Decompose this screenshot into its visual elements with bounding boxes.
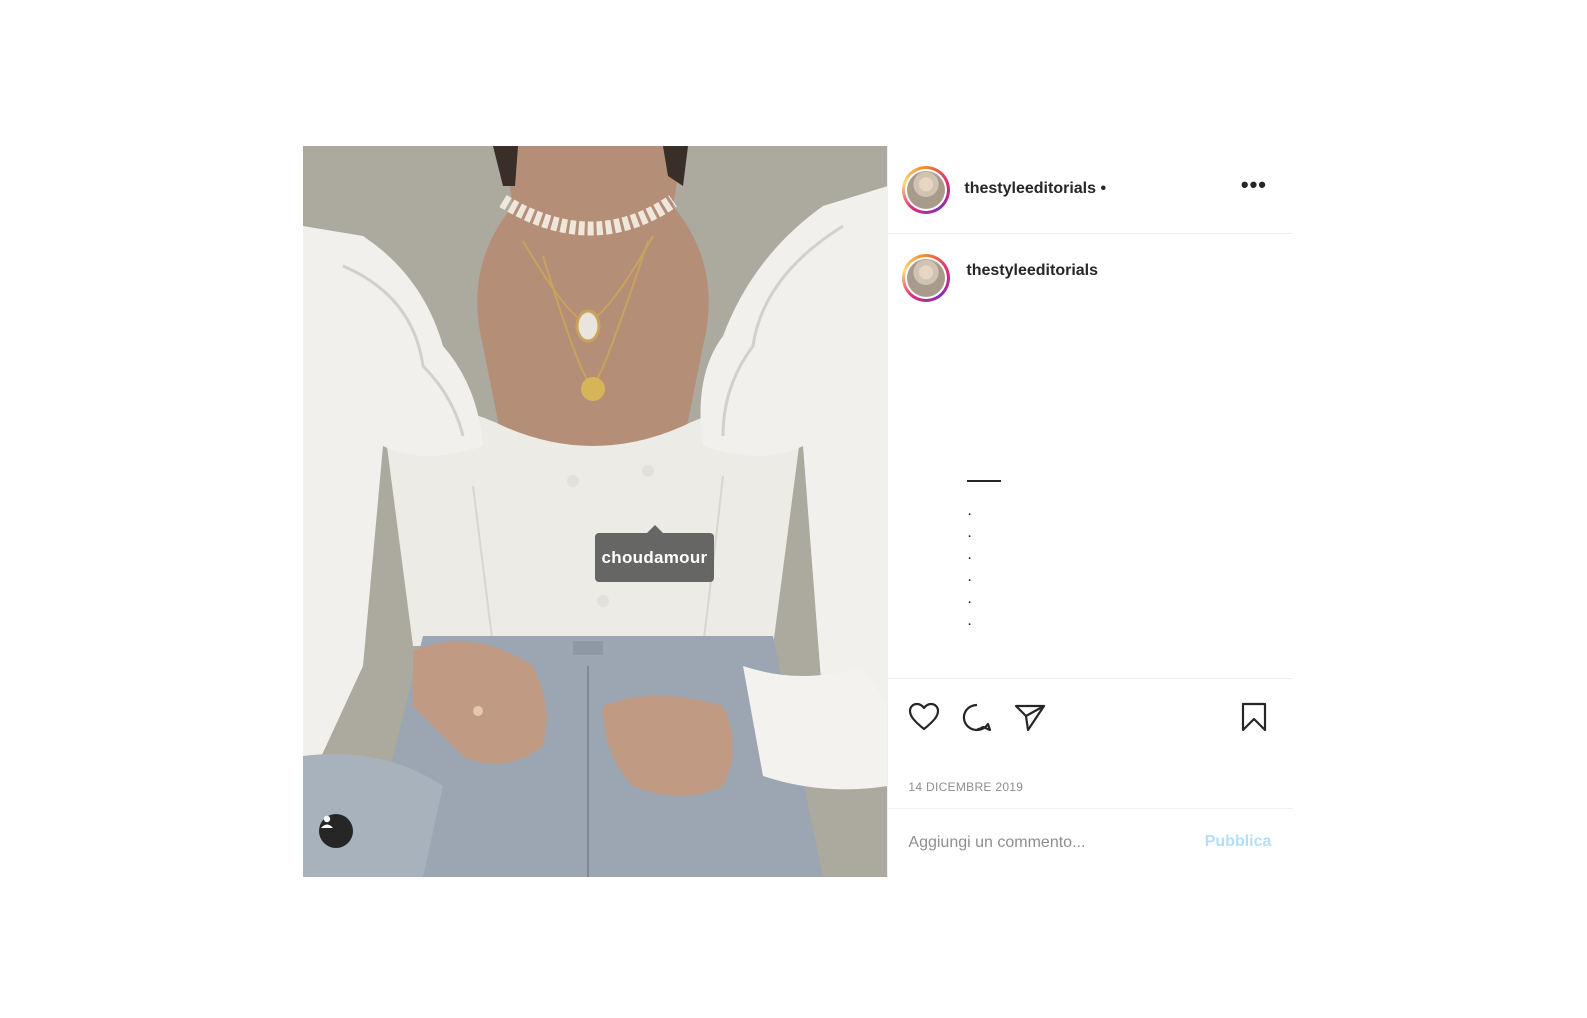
author-username[interactable]: thestyleeditorials •: [964, 180, 1106, 198]
caption-author-username[interactable]: thestyleeditorials: [966, 262, 1098, 280]
caption-line: .: [967, 612, 972, 629]
paper-plane-icon[interactable]: [1014, 702, 1046, 732]
comment-bar: Pubblica: [888, 808, 1294, 878]
caption-line: .: [967, 524, 972, 541]
photo-illustration: [303, 146, 888, 877]
caption-line: .: [967, 502, 972, 519]
post-header: thestyleeditorials • •••: [888, 146, 1293, 234]
photo-product-tag[interactable]: choudamour: [595, 525, 714, 582]
more-options-button[interactable]: •••: [1241, 174, 1267, 196]
post-photo[interactable]: choudamour: [303, 146, 888, 877]
publish-button[interactable]: Pubblica: [1205, 833, 1272, 851]
comment-icon[interactable]: [961, 702, 993, 732]
post-container: choudamour thestyleeditorials • ••• thes…: [303, 146, 1294, 878]
author-avatar[interactable]: [902, 166, 951, 214]
caption-line: .: [967, 546, 972, 563]
bookmark-icon[interactable]: [1240, 702, 1268, 732]
comment-input[interactable]: [908, 831, 1189, 855]
follow-dot: •: [1100, 180, 1107, 197]
caption-divider: [967, 480, 1002, 482]
user-icon: [321, 815, 333, 828]
caption-author-avatar[interactable]: [902, 254, 951, 302]
caption-text: . . . . . .: [967, 480, 1002, 632]
post-date: 14 DICEMBRE 2019: [908, 780, 1024, 794]
post-sidebar: thestyleeditorials • ••• thestyleeditori…: [887, 146, 1294, 878]
tagged-users-button[interactable]: [319, 814, 353, 848]
caption-line: .: [967, 568, 972, 585]
actions-divider: [888, 678, 1294, 679]
caption-line: .: [967, 590, 972, 607]
heart-icon[interactable]: [908, 702, 940, 732]
photo-product-tag-label: choudamour: [601, 547, 708, 567]
